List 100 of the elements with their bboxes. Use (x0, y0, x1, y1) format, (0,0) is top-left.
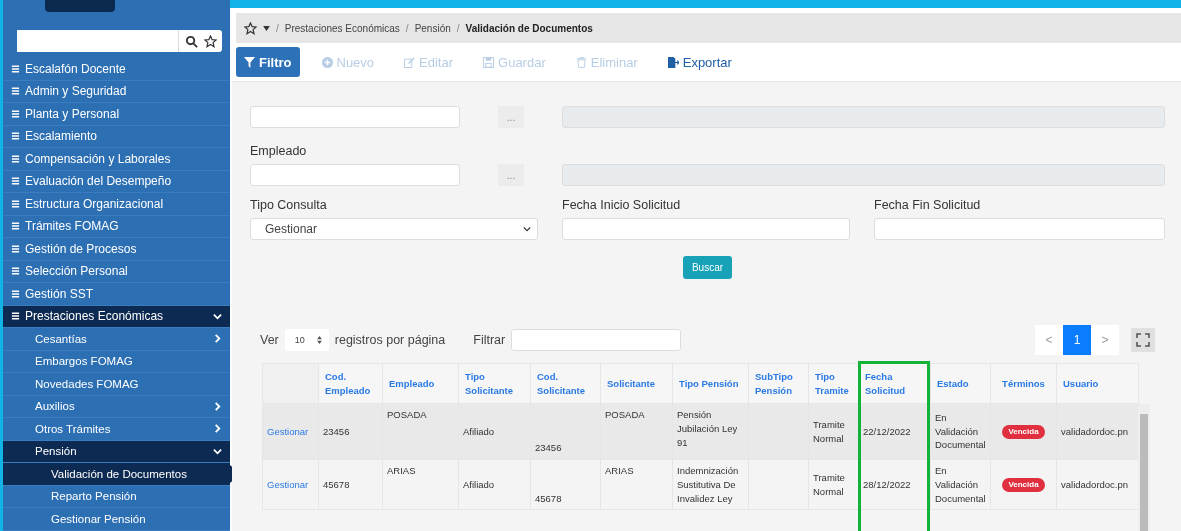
breadcrumb-link[interactable]: Prestaciones Económicas (284, 22, 400, 34)
list-icon (11, 108, 20, 119)
breadcrumb-separator: / (276, 22, 279, 34)
menu-item[interactable]: Pensión (3, 440, 230, 463)
search-icon[interactable] (185, 34, 198, 48)
edit-icon (404, 56, 416, 68)
field-label: Fecha Inicio Solicitud (562, 198, 682, 212)
menu-item[interactable]: Gestión de Procesos (3, 238, 230, 261)
table-cell-text: Afiliado (463, 477, 496, 492)
breadcrumb-separator: / (405, 22, 409, 34)
list-icon (11, 243, 20, 254)
table-cell-text: Pensión Jubilación Ley 91 (677, 408, 739, 450)
table-cell-text: 45678 (535, 491, 563, 506)
manage-link[interactable]: Gestionar (267, 425, 309, 437)
menu-item[interactable]: Planta y Personal (3, 103, 230, 126)
table-cell: En Validación Documental (935, 410, 986, 453)
table-cell-text: validadordoc.pn (1061, 477, 1130, 492)
plus-circle-icon (321, 56, 333, 68)
field-label: Tipo Consulta (250, 198, 328, 212)
sort-arrows-icon (316, 336, 322, 344)
menu-item[interactable]: Compensación y Laborales (3, 148, 230, 171)
input-field[interactable] (250, 164, 460, 186)
menu-item[interactable]: Trámites FOMAG (3, 215, 230, 238)
table-cell-text: 23456 (323, 424, 351, 439)
table-cell-text: 22/12/2022 (863, 424, 912, 439)
menu-item[interactable]: Auxilios (3, 395, 230, 418)
list-icon (11, 176, 20, 187)
field-label: Empleado (250, 144, 308, 158)
menu-item[interactable]: Prestaciones Económicas (3, 305, 230, 328)
chevron-right-icon (213, 424, 222, 434)
table-cell-text: 45678 (323, 477, 351, 492)
list-icon (11, 153, 20, 164)
sidebar-tab[interactable] (45, 0, 115, 12)
status-badge: Vencida (1002, 425, 1045, 439)
control-label: registros por página (334, 333, 446, 347)
table-cell-text: Afiliado (463, 424, 496, 439)
status-badge: Vencida (1002, 478, 1045, 492)
list-icon (11, 86, 20, 97)
table-cell-text: validadordoc.pn (1061, 424, 1130, 439)
chevron-down-icon (523, 225, 531, 233)
menu-item[interactable]: Selección Personal (3, 260, 230, 283)
caret-icon[interactable] (263, 25, 270, 31)
lookup-button[interactable]: ... (498, 164, 524, 186)
filter-field[interactable] (511, 329, 682, 351)
menu-item[interactable]: Otros Trámites (3, 418, 230, 441)
manage-link[interactable]: Gestionar (267, 478, 309, 490)
table-cell-text: Tramite Normal (813, 417, 846, 446)
search-field[interactable] (17, 30, 222, 52)
date-field[interactable] (874, 218, 1165, 240)
menu-item[interactable]: Gestionar Pensión (3, 508, 230, 531)
list-icon (11, 63, 20, 74)
page-button[interactable]: 1 (1063, 325, 1091, 355)
chevron-right-icon (213, 401, 222, 411)
scrollbar[interactable] (1138, 404, 1150, 531)
date-field[interactable] (562, 218, 850, 240)
trash-icon (575, 56, 587, 68)
menu-item[interactable]: Gestión SST (3, 283, 230, 306)
field-label: Fecha Fin Solicitud (874, 198, 982, 212)
table-cell-text: POSADA (605, 408, 646, 422)
search-button[interactable]: Buscar (682, 256, 733, 279)
lookup-button[interactable]: ... (498, 106, 524, 128)
list-icon (11, 288, 20, 299)
table-cell-text: POSADA (387, 408, 428, 422)
file-export-icon (667, 56, 679, 68)
star-icon[interactable] (204, 34, 217, 48)
list-icon (11, 131, 20, 142)
menu-item[interactable]: Escalafón Docente (3, 58, 230, 81)
menu-item[interactable]: Evaluación del Desempeño (3, 170, 230, 193)
menu-item[interactable]: Reparto Pensión (3, 485, 230, 508)
page-size-select[interactable]: 10 (284, 329, 329, 351)
chevron-down-icon (213, 311, 222, 321)
menu-item[interactable]: Novedades FOMAG (3, 373, 230, 396)
breadcrumb-link[interactable]: Pensión (414, 22, 451, 34)
select-field[interactable]: Gestionar (250, 218, 538, 240)
menu-item[interactable]: Admin y Seguridad (3, 80, 230, 103)
star-icon[interactable] (244, 21, 257, 35)
table-cell-text: 23456 (535, 441, 563, 455)
list-icon (11, 311, 20, 322)
menu-item[interactable]: Escalamiento (3, 125, 230, 148)
toolbar-button[interactable]: Exportar (659, 47, 740, 77)
input-field[interactable] (250, 106, 460, 128)
table-cell: En Validación Documental (935, 464, 986, 506)
control-label: Filtrar (473, 333, 506, 347)
menu-item[interactable]: Cesantías (3, 328, 230, 351)
breadcrumb-separator: / (456, 22, 460, 34)
control-label: Ver (260, 333, 279, 347)
table-cell-text: Tramite Normal (813, 470, 846, 499)
menu-item[interactable]: Embargos FOMAG (3, 350, 230, 373)
filter-icon (244, 56, 255, 68)
list-icon (11, 221, 20, 232)
breadcrumb-link[interactable]: Validación de Documentos (465, 22, 593, 34)
table-cell-text: ARIAS (387, 464, 417, 478)
toolbar-button[interactable]: Filtro (236, 47, 300, 77)
chevron-right-icon (213, 334, 222, 344)
menu-item[interactable]: Estructura Organizacional (3, 193, 230, 216)
fullscreen-icon[interactable] (1131, 328, 1155, 352)
table-cell-text: 28/12/2022 (863, 477, 912, 492)
list-icon (11, 198, 20, 209)
table-cell-text: Indemnización Sustitutiva De Invalidez Ley (677, 464, 740, 506)
table-cell-text: ARIAS (605, 464, 635, 478)
